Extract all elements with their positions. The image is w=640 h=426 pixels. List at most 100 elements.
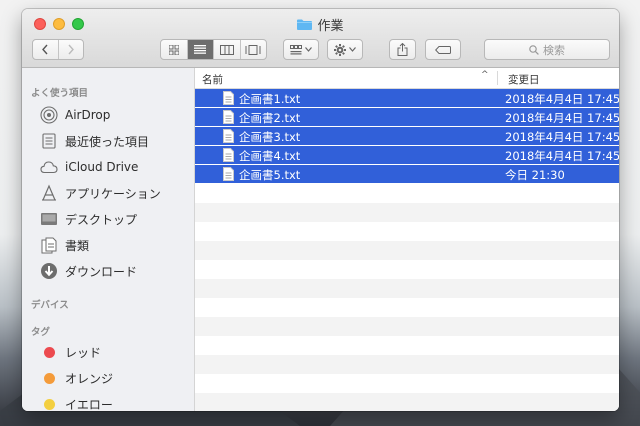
- file-date: 2018年4月4日 17:45: [505, 130, 619, 144]
- icon-view-button[interactable]: [161, 40, 187, 59]
- empty-row: [195, 298, 619, 317]
- chevron-right-icon: [68, 44, 74, 55]
- chevron-down-icon: [305, 47, 312, 52]
- sidebar-item-recents[interactable]: 最近使った項目: [40, 130, 149, 152]
- sidebar-item-label: デスクトップ: [65, 212, 138, 227]
- file-row[interactable]: 企画書4.txt 2018年4月4日 17:45: [195, 146, 619, 165]
- arrange-button[interactable]: [283, 39, 319, 60]
- devices-header: デバイス: [31, 300, 69, 311]
- file-row[interactable]: 企画書3.txt 2018年4月4日 17:45: [195, 127, 619, 146]
- recents-icon: [40, 132, 58, 150]
- desktop-icon: [40, 210, 58, 228]
- chevron-left-icon: [42, 44, 48, 55]
- file-name: 企画書3.txt: [239, 130, 301, 144]
- file-name: 企画書4.txt: [239, 149, 301, 163]
- text-file-icon: [223, 148, 234, 162]
- sidebar-tag-red[interactable]: レッド: [40, 341, 101, 363]
- downloads-icon: [40, 262, 58, 280]
- empty-row: [195, 260, 619, 279]
- search-icon: [529, 44, 539, 55]
- documents-icon: [40, 236, 58, 254]
- sidebar: よく使う項目 AirDrop 最近使った項目 iCloud Drive アプリケ…: [22, 68, 195, 411]
- text-file-icon: [223, 129, 234, 143]
- share-button[interactable]: [389, 39, 416, 60]
- sidebar-item-desktop[interactable]: デスクトップ: [40, 208, 137, 230]
- view-mode-buttons: [160, 39, 267, 60]
- tag-icon: [435, 45, 451, 54]
- grid-icon: [168, 44, 179, 55]
- red-tag-dot: [44, 346, 55, 358]
- sidebar-tag-yellow[interactable]: イエロー: [40, 393, 113, 411]
- sort-ascending-icon: ^: [481, 70, 489, 80]
- empty-row: [195, 393, 619, 411]
- sidebar-item-label: AirDrop: [65, 108, 111, 122]
- file-rows: 企画書1.txt 2018年4月4日 17:45 企画書2.txt 2018年4…: [195, 89, 619, 411]
- empty-row: [195, 279, 619, 298]
- back-button[interactable]: [33, 40, 58, 59]
- orange-tag-dot: [44, 372, 55, 384]
- applications-icon: [40, 184, 58, 202]
- sidebar-item-applications[interactable]: アプリケーション: [40, 182, 161, 204]
- column-view-button[interactable]: [213, 40, 240, 59]
- navigation-buttons: [32, 39, 84, 60]
- sidebar-item-label: アプリケーション: [65, 186, 161, 201]
- sidebar-item-downloads[interactable]: ダウンロード: [40, 260, 137, 282]
- file-date: 2018年4月4日 17:45: [505, 111, 619, 125]
- cloud-icon: [40, 158, 58, 176]
- action-button[interactable]: [327, 39, 363, 60]
- window-title: 作業: [22, 15, 619, 34]
- list-header: 名前 ^ 変更日: [195, 68, 619, 89]
- file-row[interactable]: 企画書2.txt 2018年4月4日 17:45: [195, 108, 619, 127]
- sidebar-item-airdrop[interactable]: AirDrop: [40, 104, 110, 126]
- share-icon: [397, 43, 408, 56]
- empty-row: [195, 317, 619, 336]
- empty-row: [195, 203, 619, 222]
- file-date: 今日 21:30: [505, 168, 565, 182]
- sidebar-item-icloud-drive[interactable]: iCloud Drive: [40, 156, 138, 178]
- forward-button[interactable]: [57, 40, 84, 59]
- airdrop-icon: [40, 106, 58, 124]
- list-icon: [194, 45, 207, 54]
- column-divider[interactable]: [497, 71, 498, 85]
- empty-row: [195, 336, 619, 355]
- search-placeholder: 検索: [543, 43, 565, 57]
- yellow-tag-dot: [44, 398, 55, 410]
- column-header-name[interactable]: 名前: [202, 72, 223, 87]
- tag-button[interactable]: [425, 39, 461, 60]
- favorites-header: よく使う項目: [31, 88, 89, 99]
- sidebar-item-label: オレンジ: [65, 371, 114, 386]
- gear-icon: [334, 43, 346, 56]
- file-date: 2018年4月4日 17:45: [505, 92, 619, 106]
- gallery-icon: [245, 44, 261, 55]
- file-list: 名前 ^ 変更日 企画書1.txt 2018年4月4日 17:45 企画書2.t…: [195, 68, 619, 411]
- search-field[interactable]: 検索: [484, 39, 610, 60]
- empty-row: [195, 374, 619, 393]
- sidebar-item-label: 書類: [65, 238, 90, 253]
- sidebar-item-label: iCloud Drive: [65, 160, 139, 174]
- file-row[interactable]: 企画書1.txt 2018年4月4日 17:45: [195, 89, 619, 108]
- columns-icon: [219, 44, 234, 55]
- empty-row: [195, 222, 619, 241]
- file-row[interactable]: 企画書5.txt 今日 21:30: [195, 165, 619, 184]
- file-name: 企画書5.txt: [239, 168, 301, 182]
- finder-window: 作業 検索 よく使う項目 AirDrop 最近使った項目 iCloud Driv…: [22, 9, 619, 411]
- list-view-button[interactable]: [186, 40, 213, 59]
- gallery-view-button[interactable]: [239, 40, 267, 59]
- sidebar-item-label: イエロー: [65, 397, 113, 412]
- chevron-down-icon: [349, 47, 356, 52]
- sidebar-item-label: ダウンロード: [65, 264, 138, 279]
- sidebar-tag-orange[interactable]: オレンジ: [40, 367, 113, 389]
- tags-header: タグ: [31, 327, 51, 338]
- sidebar-item-label: レッド: [65, 345, 102, 360]
- window-title-text: 作業: [317, 19, 344, 34]
- empty-row: [195, 241, 619, 260]
- sidebar-item-documents[interactable]: 書類: [40, 234, 89, 256]
- column-header-date[interactable]: 変更日: [508, 72, 540, 87]
- folder-icon: [297, 19, 313, 30]
- text-file-icon: [223, 167, 234, 181]
- empty-row: [195, 355, 619, 374]
- text-file-icon: [223, 91, 234, 105]
- sidebar-item-label: 最近使った項目: [65, 134, 150, 149]
- arrange-icon: [290, 44, 302, 54]
- file-date: 2018年4月4日 17:45: [505, 149, 619, 163]
